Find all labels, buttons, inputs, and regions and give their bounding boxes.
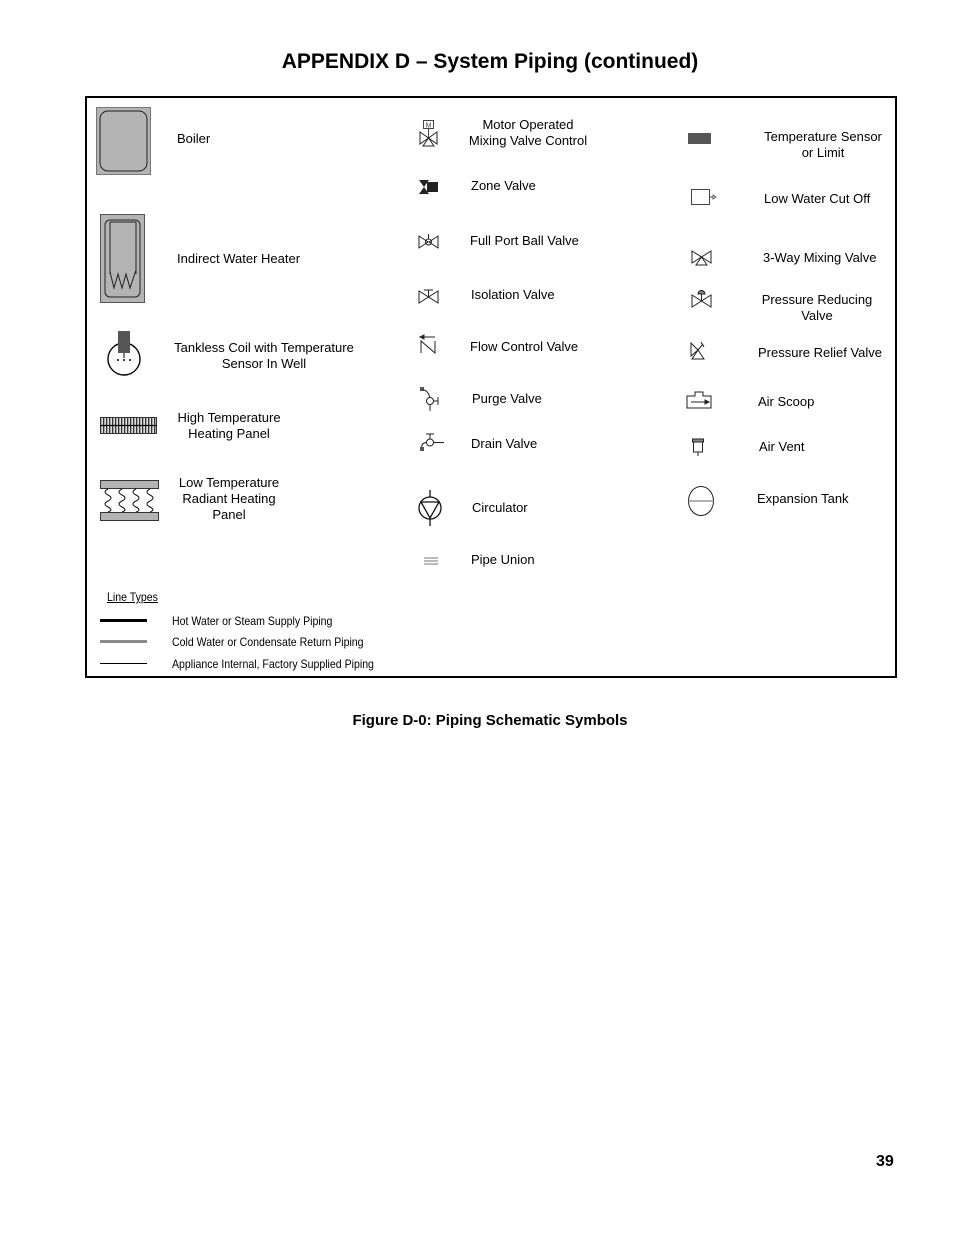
label-line: Full Port Ball Valve — [470, 233, 579, 248]
label-line: Isolation Valve — [471, 287, 555, 302]
label-line: Tankless Coil with Temperature — [174, 340, 354, 355]
label-line: Pressure Reducing — [761, 292, 873, 307]
pressure-relief-valve-label: Pressure Relief Valve — [758, 345, 882, 361]
appliance-internal-line-sample — [100, 663, 147, 664]
figure-caption: Figure D-0: Piping Schematic Symbols — [352, 712, 628, 729]
cold-water-return-line-label: Cold Water or Condensate Return Piping — [172, 635, 364, 649]
label-line: Heating Panel — [188, 426, 270, 441]
expansion-tank-icon — [688, 486, 714, 516]
pipe-union-icon — [424, 557, 438, 565]
label-line: Purge Valve — [472, 391, 542, 406]
drain-valve-icon — [420, 433, 444, 451]
cold-water-return-line-sample — [100, 640, 147, 643]
indirect-water-heater-label: Indirect Water Heater — [177, 251, 300, 267]
label-line: Low Temperature — [178, 475, 280, 490]
tankless-coil-label: Tankless Coil with Temperature Sensor In… — [168, 340, 360, 372]
low-water-cut-off-label: Low Water Cut Off — [764, 191, 870, 207]
isolation-valve-label: Isolation Valve — [471, 287, 555, 303]
motor-operated-mixing-valve-icon: M — [419, 120, 438, 147]
air-vent-icon — [692, 438, 704, 456]
label-line: High Temperature — [177, 410, 281, 425]
pipe-union-label: Pipe Union — [471, 552, 535, 568]
motor-operated-mixing-valve-label: Motor Operated Mixing Valve Control — [462, 117, 594, 149]
line-types-heading: Line Types — [107, 590, 158, 604]
boiler-label: Boiler — [177, 131, 210, 147]
label-line: Temperature Sensor — [764, 129, 882, 144]
indirect-water-heater-icon — [100, 214, 145, 303]
zone-valve-label: Zone Valve — [471, 178, 536, 194]
page-title: APPENDIX D – System Piping (continued) — [281, 50, 699, 73]
air-vent-label: Air Vent — [759, 439, 805, 455]
appliance-internal-line-label: Appliance Internal, Factory Supplied Pip… — [172, 657, 374, 671]
label-line: Zone Valve — [471, 178, 536, 193]
low-temperature-radiant-panel-icon — [100, 480, 159, 521]
flow-control-valve-label: Flow Control Valve — [470, 339, 578, 355]
three-way-mixing-valve-label: 3-Way Mixing Valve — [763, 250, 876, 266]
label-line: Panel — [212, 507, 246, 522]
air-scoop-icon — [686, 391, 712, 409]
label-line: Indirect Water Heater — [177, 251, 301, 266]
flow-control-valve-icon — [418, 334, 436, 355]
label-line: Low Water Cut Off — [764, 191, 871, 206]
label-line: 3-Way Mixing Valve — [763, 250, 877, 265]
boiler-icon — [96, 107, 151, 175]
air-scoop-label: Air Scoop — [758, 394, 814, 410]
label-line: Mixing Valve Control — [468, 133, 588, 148]
label-line: Sensor In Well — [221, 356, 307, 371]
label-line: Motor Operated — [482, 117, 574, 132]
high-temperature-panel-icon — [100, 417, 157, 434]
purge-valve-label: Purge Valve — [472, 391, 542, 407]
label-line: Expansion Tank — [757, 491, 849, 506]
label-line: Air Vent — [759, 439, 805, 454]
label-line: Boiler — [177, 131, 211, 146]
label-line: Circulator — [472, 500, 528, 515]
circulator-label: Circulator — [472, 500, 528, 516]
label-line: Drain Valve — [471, 436, 538, 451]
purge-valve-icon — [420, 387, 439, 411]
full-port-ball-valve-icon — [418, 234, 439, 249]
tankless-coil-icon — [107, 331, 141, 376]
hot-water-supply-line-sample — [100, 619, 147, 622]
zone-valve-icon — [419, 180, 438, 194]
pressure-relief-valve-icon — [690, 341, 705, 360]
page-number: 39 — [876, 1153, 894, 1170]
pressure-reducing-valve-label: Pressure Reducing Valve — [756, 292, 878, 324]
full-port-ball-valve-label: Full Port Ball Valve — [470, 233, 579, 249]
label-line: Air Scoop — [758, 394, 815, 409]
label-line: Pressure Relief Valve — [758, 345, 883, 360]
expansion-tank-label: Expansion Tank — [757, 491, 849, 507]
svg-text:M: M — [426, 123, 432, 130]
label-line: Radiant Heating — [182, 491, 276, 506]
pressure-reducing-valve-icon — [691, 290, 712, 308]
drain-valve-label: Drain Valve — [471, 436, 537, 452]
label-line: Valve — [801, 308, 833, 323]
high-temperature-panel-label: High Temperature Heating Panel — [168, 410, 290, 442]
label-line: Flow Control Valve — [470, 339, 579, 354]
isolation-valve-icon — [418, 289, 439, 304]
low-water-cut-off-icon — [691, 189, 717, 205]
label-line: or Limit — [801, 145, 845, 160]
circulator-icon — [418, 490, 442, 526]
temperature-sensor-icon — [688, 133, 711, 144]
label-line: Pipe Union — [471, 552, 535, 567]
hot-water-supply-line-label: Hot Water or Steam Supply Piping — [172, 614, 333, 628]
low-temperature-radiant-panel-label: Low Temperature Radiant Heating Panel — [168, 475, 290, 523]
three-way-mixing-valve-icon — [691, 250, 712, 266]
temperature-sensor-label: Temperature Sensor or Limit — [757, 129, 889, 161]
